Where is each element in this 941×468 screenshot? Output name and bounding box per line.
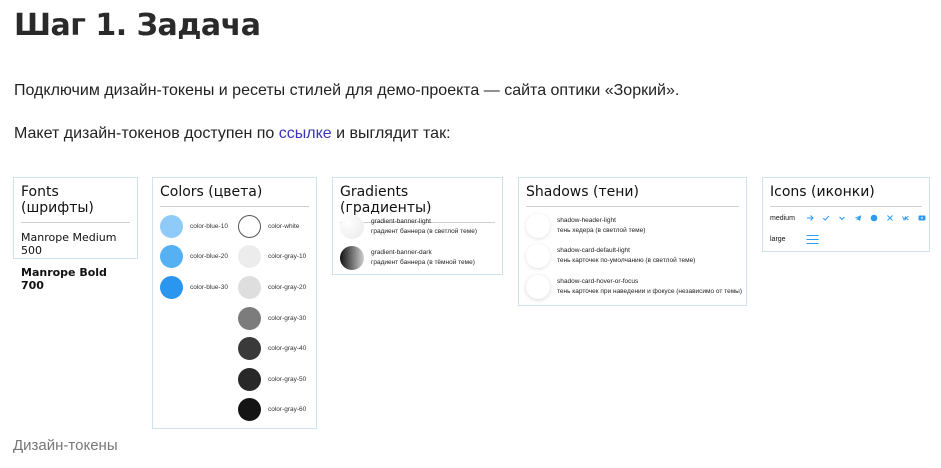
gradient-dark-swatch	[340, 246, 364, 270]
menu-icon	[806, 234, 819, 245]
swatch-white: color-white	[238, 215, 299, 238]
youtube-icon	[918, 214, 926, 222]
swatch-label: color-gray-10	[268, 253, 307, 260]
layout-link[interactable]: ссылке	[279, 125, 332, 142]
swatch-blue-10: color-blue-10	[160, 215, 228, 238]
telegram-icon	[854, 214, 862, 222]
swatch-gray-50: color-gray-50	[238, 368, 306, 391]
layout-text-after: и выглядит так:	[331, 125, 451, 142]
color-dot	[238, 245, 261, 268]
swatch-gray-10: color-gray-10	[238, 245, 306, 268]
swatch-label: color-blue-20	[190, 253, 228, 260]
gradient-name: gradient-banner-light	[371, 218, 431, 225]
vk-icon	[902, 214, 910, 222]
gradient-name: gradient-banner-dark	[371, 249, 432, 256]
chevron-down-icon	[838, 214, 846, 222]
swatch-label: color-gray-40	[268, 345, 307, 352]
swatch-gray-60: color-gray-60	[238, 398, 306, 421]
layout-text-before: Макет дизайн-токенов доступен по	[14, 125, 279, 142]
layout-text: Макет дизайн-токенов доступен по ссылке …	[14, 125, 451, 143]
shadows-card: Shadows (тени) shadow-header-light тень …	[518, 177, 747, 306]
fonts-card-title: Fonts (шрифты)	[21, 184, 94, 216]
font-bold-sample: Manrope Bold 700	[21, 266, 107, 292]
icons-card: Icons (иконки) medium large	[762, 177, 930, 252]
page-title: Шаг 1. Задача	[14, 8, 261, 43]
shadow-name: shadow-card-hover-or-focus	[557, 278, 639, 285]
shadow-desc: тень карточек при наведении и фокусе (не…	[557, 288, 743, 295]
swatch-label: color-gray-50	[268, 376, 307, 383]
swatch-blue-20: color-blue-20	[160, 245, 228, 268]
color-dot	[160, 245, 183, 268]
gradient-light-swatch	[340, 215, 364, 239]
swatch-label: color-gray-60	[268, 406, 307, 413]
color-dot	[238, 398, 261, 421]
color-dot	[238, 337, 261, 360]
shadow-item: shadow-card-hover-or-focus тень карточек…	[526, 275, 742, 299]
colors-card-title: Colors (цвета)	[160, 184, 263, 200]
swatch-label: color-gray-20	[268, 284, 307, 291]
shadow-item: shadow-card-default-light тень карточек …	[526, 244, 695, 268]
icons-large-row: large	[770, 234, 819, 245]
close-icon	[886, 214, 894, 222]
swatch-gray-30: color-gray-30	[238, 307, 306, 330]
shadow-item: shadow-header-light тень хедера (в светл…	[526, 214, 645, 238]
color-dot	[238, 215, 261, 238]
icons-large-label: large	[770, 236, 786, 243]
color-dot	[238, 368, 261, 391]
shadow-swatch	[526, 244, 550, 268]
divider	[770, 206, 922, 207]
swatch-label: color-blue-30	[190, 284, 228, 291]
shadow-swatch	[526, 275, 550, 299]
color-dot	[238, 276, 261, 299]
gradient-desc: градиент баннера (в тёмной теме)	[371, 259, 475, 266]
arrow-right-icon	[806, 214, 814, 222]
gradient-item: gradient-banner-dark градиент баннера (в…	[340, 246, 475, 270]
divider	[526, 206, 739, 207]
gradient-desc: градиент баннера (в светлой теме)	[371, 228, 478, 235]
swatch-label: color-gray-30	[268, 315, 307, 322]
intro-text: Подключим дизайн-токены и ресеты стилей …	[14, 82, 680, 99]
color-dot	[160, 215, 183, 238]
gradients-card: Gradients (градиенты) gradient-banner-li…	[332, 177, 503, 275]
shadow-swatch	[526, 214, 550, 238]
icons-medium-label: medium	[770, 214, 795, 222]
color-dot	[160, 276, 183, 299]
circle-icon	[870, 214, 878, 222]
font-medium-sample: Manrope Medium 500	[21, 231, 117, 257]
check-icon	[822, 214, 830, 222]
shadow-name: shadow-card-default-light	[557, 247, 630, 254]
colors-card: Colors (цвета) color-blue-10 color-blue-…	[152, 177, 317, 429]
swatch-gray-20: color-gray-20	[238, 276, 306, 299]
icons-card-title: Icons (иконки)	[770, 184, 875, 200]
fonts-card: Fonts (шрифты) Manrope Medium 500 Manrop…	[13, 177, 138, 292]
shadow-desc: тень хедера (в светлой теме)	[557, 227, 646, 234]
gradient-item: gradient-banner-light градиент баннера (…	[340, 215, 477, 239]
shadow-name: shadow-header-light	[557, 217, 616, 224]
swatch-label: color-blue-10	[190, 223, 228, 230]
shadow-desc: тень карточек по-умолчанию (в светлой те…	[557, 257, 696, 264]
swatch-label: color-white	[268, 223, 300, 230]
divider	[160, 206, 309, 207]
icons-medium-row: medium	[770, 214, 934, 222]
shadows-card-title: Shadows (тени)	[526, 184, 639, 200]
swatch-blue-30: color-blue-30	[160, 276, 228, 299]
swatch-gray-40: color-gray-40	[238, 337, 306, 360]
color-dot	[238, 307, 261, 330]
figure-caption: Дизайн-токены	[13, 437, 118, 454]
divider	[21, 222, 130, 223]
